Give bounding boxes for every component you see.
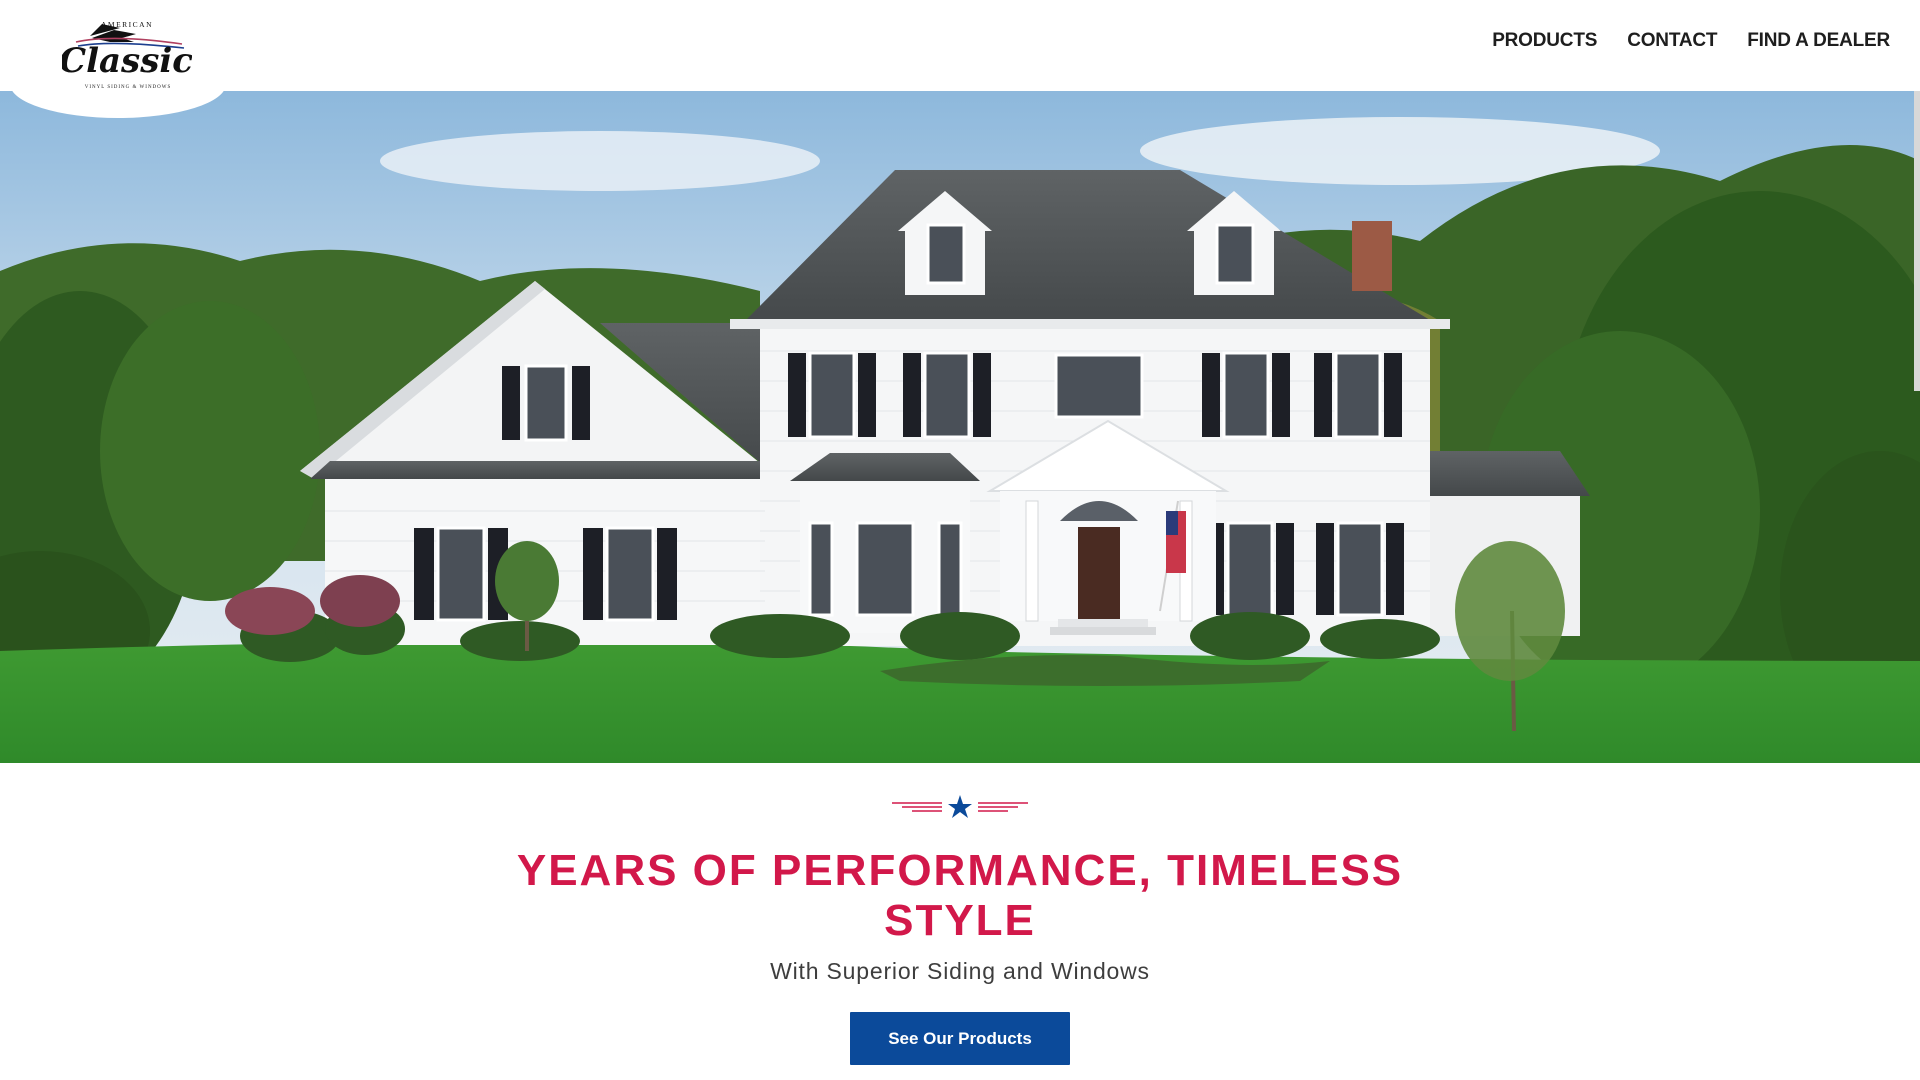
hero-subheadline: With Superior Siding and Windows [770,958,1150,984]
site-logo[interactable]: AMERICAN Classic VINYL SIDING & WINDOWS [10,0,226,118]
nav-products[interactable]: PRODUCTS [1492,30,1597,52]
hero-headline: YEARS OF PERFORMANCE, TIMELESS STYLE [516,846,1404,945]
nav-contact[interactable]: CONTACT [1627,30,1717,52]
see-our-products-button[interactable]: See Our Products [850,1012,1070,1065]
scrollbar[interactable] [1914,91,1920,391]
star-divider-icon [892,795,1028,818]
svg-text:VINYL SIDING & WINDOWS: VINYL SIDING & WINDOWS [85,85,172,90]
american-classic-logo: AMERICAN Classic VINYL SIDING & WINDOWS [62,20,192,90]
main-nav: PRODUCTS CONTACT FIND A DEALER [1492,30,1890,52]
nav-find-a-dealer[interactable]: FIND A DEALER [1747,30,1890,52]
house-photo [0,91,1920,763]
hero-image [0,91,1920,763]
svg-text:Classic: Classic [62,41,192,81]
svg-text:AMERICAN: AMERICAN [101,20,153,29]
